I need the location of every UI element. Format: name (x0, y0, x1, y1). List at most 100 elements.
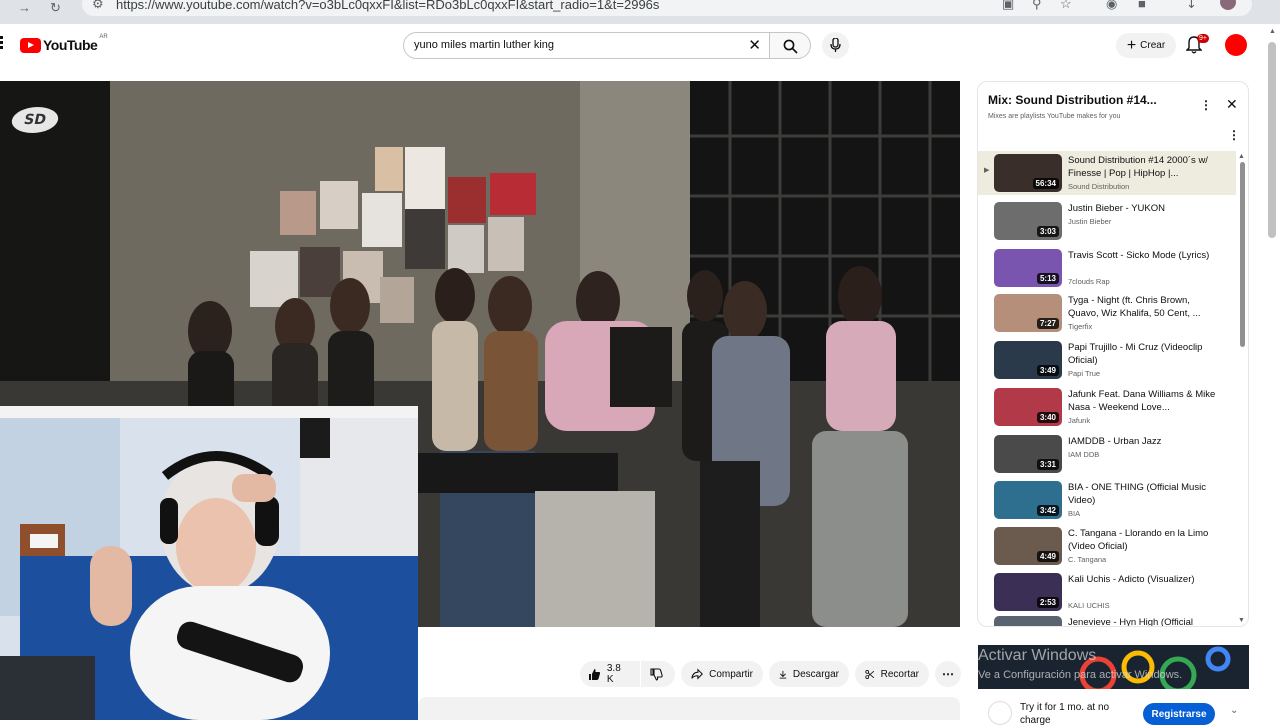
scroll-down-icon[interactable]: ▼ (1238, 617, 1245, 624)
playlist-thumbnail[interactable]: 2:53 (994, 573, 1062, 611)
download-icon (779, 670, 787, 679)
playlist-thumbnail[interactable]: 3:42 (994, 481, 1062, 519)
playlist-item-title[interactable]: Tyga - Night (ft. Chris Brown, Quavo, Wi… (1068, 294, 1218, 320)
duration-badge: 3:49 (1036, 365, 1059, 376)
music-stand (610, 327, 672, 407)
playlist-thumbnail[interactable]: 56:34 (994, 154, 1062, 192)
scroll-up-icon[interactable]: ▲ (1238, 153, 1245, 160)
search-icon (783, 39, 798, 54)
playlist-thumbnail[interactable]: 5:13 (994, 249, 1062, 287)
ad-text: Try it for 1 mo. at no charge (1020, 702, 1110, 726)
back-icon[interactable]: → (18, 0, 31, 15)
playlist-item[interactable]: 4:49 C. Tangana - Llorando en la Limo (Vi… (978, 524, 1236, 568)
playlist-item[interactable]: 7:27 Tyga - Night (ft. Chris Brown, Quavo… (978, 291, 1236, 335)
more-horizontal-icon: ⋯ (942, 667, 954, 681)
dislike-button[interactable] (641, 661, 675, 687)
playlist-item-title[interactable]: Sound Distribution #14 2000´s w/ Finesse… (1068, 154, 1218, 180)
youtube-logo[interactable]: YouTube AR (20, 34, 108, 53)
playlist-thumbnail[interactable]: 3:49 (994, 341, 1062, 379)
ad-banner[interactable] (978, 645, 1249, 689)
search-box[interactable]: yuno miles martin luther king ✕ (403, 32, 769, 59)
playlist-item[interactable]: ▶ 56:34 Sound Distribution #14 2000´s w/ F… (978, 151, 1236, 195)
clip-button[interactable]: Recortar (855, 661, 929, 687)
chevron-down-icon[interactable]: ⌄ (1230, 705, 1238, 716)
webcam-feed (0, 406, 418, 720)
like-button[interactable]: 3.8 K (580, 661, 640, 687)
playlist-item-channel: BIA (1068, 509, 1081, 518)
reload-icon[interactable]: ↻ (50, 0, 61, 16)
create-button[interactable]: + Crear (1116, 33, 1176, 58)
playlist-item[interactable]: 3:31 IAMDDB - Urban Jazz IAM DDB (978, 432, 1236, 476)
duration-badge: 3:03 (1036, 226, 1059, 237)
playlist-item[interactable]: 3:42 BIA - ONE THING (Official Music Vide… (978, 478, 1236, 522)
playlist-item-title[interactable]: IAMDDB - Urban Jazz (1068, 435, 1218, 448)
playlist-item-channel: Jafunk (1068, 416, 1091, 425)
description-box[interactable] (418, 697, 960, 720)
playlist-thumbnail[interactable]: 3:31 (994, 435, 1062, 473)
playlist-item[interactable]: Jenevieve - Hyn High (Official (978, 613, 1236, 626)
webcam-overlay (0, 406, 418, 720)
playlist-thumbnail[interactable]: 3:03 (994, 202, 1062, 240)
playlist-more-icon[interactable]: ⋮ (1200, 98, 1212, 112)
extension-icon[interactable]: ◉ (1106, 0, 1117, 12)
install-app-icon[interactable]: ▣ (1002, 0, 1014, 12)
playlist-thumbnail[interactable] (994, 616, 1062, 626)
playlist-item-channel: Papi True (1068, 369, 1101, 378)
site-settings-icon[interactable]: ⚙ (92, 0, 104, 12)
playlist-item-title[interactable]: C. Tangana - Llorando en la Limo (Video … (1068, 527, 1218, 553)
address-bar[interactable]: ⚙ https://www.youtube.com/watch?v=o3bLc0… (82, 0, 1252, 16)
playlist-thumbnail[interactable]: 7:27 (994, 294, 1062, 332)
playlist-item-title[interactable]: Travis Scott - Sicko Mode (Lyrics) (1068, 249, 1218, 262)
microphone-icon (830, 38, 841, 52)
playlist-item-title[interactable]: Kali Uchis - Adicto (Visualizer) (1068, 573, 1218, 586)
page-scroll-up-icon[interactable]: ▲ (1269, 28, 1276, 35)
ad-banner-art (978, 645, 1249, 689)
profile-avatar[interactable] (1220, 0, 1236, 10)
puzzle-icon[interactable]: ■ (1138, 0, 1146, 11)
playlist-item[interactable]: 3:49 Papi Trujillo - Mi Cruz (Videoclip O… (978, 338, 1236, 382)
playlist-thumbnail[interactable]: 3:40 (994, 388, 1062, 426)
playlist-item-title[interactable]: Jafunk Feat. Dana Williams & Mike Nasa -… (1068, 388, 1218, 414)
register-button[interactable]: Registrarse (1143, 703, 1215, 725)
close-icon[interactable]: ✕ (1226, 96, 1238, 113)
share-button[interactable]: Compartir (681, 661, 763, 687)
account-avatar[interactable] (1225, 34, 1247, 56)
playlist-item[interactable]: 5:13 Travis Scott - Sicko Mode (Lyrics) 7c… (978, 246, 1236, 290)
playlist-item-channel: 7clouds Rap (1068, 277, 1110, 286)
playlist-item-channel: IAM DDB (1068, 450, 1100, 459)
menu-icon[interactable] (0, 36, 4, 50)
playlist-header: Mix: Sound Distribution #14... Mixes are… (978, 82, 1248, 152)
playlist-scrollbar[interactable] (1240, 162, 1245, 347)
download-button[interactable]: Descargar (769, 661, 849, 687)
thumbs-up-icon (588, 668, 601, 680)
create-label: Crear (1140, 40, 1166, 51)
playlist-item-title[interactable]: BIA - ONE THING (Official Music Video) (1068, 481, 1218, 507)
search-button[interactable] (769, 32, 811, 59)
voice-search-button[interactable] (822, 32, 849, 59)
address-bar-url[interactable]: https://www.youtube.com/watch?v=o3bLc0qx… (116, 0, 659, 12)
playlist-item-title[interactable]: Jenevieve - Hyn High (Official (1068, 616, 1218, 626)
playlist-item[interactable]: 3:40 Jafunk Feat. Dana Williams & Mike Na… (978, 385, 1236, 429)
playlist-items: ▶ 56:34 Sound Distribution #14 2000´s w/ F… (978, 151, 1236, 626)
like-count: 3.8 K (606, 663, 621, 685)
playlist-item-title[interactable]: Justin Bieber - YUKON (1068, 202, 1218, 215)
playlist-title[interactable]: Mix: Sound Distribution #14... (988, 93, 1157, 107)
playlist-thumbnail[interactable]: 4:49 (994, 527, 1062, 565)
zoom-icon[interactable]: ⚲ (1032, 0, 1042, 12)
page-scrollbar[interactable] (1268, 42, 1276, 238)
playlist-item-title[interactable]: Papi Trujillo - Mi Cruz (Videoclip Ofici… (1068, 341, 1218, 367)
playlist-item[interactable]: 3:03 Justin Bieber - YUKON Justin Bieber (978, 199, 1236, 243)
more-actions-button[interactable]: ⋯ (935, 661, 961, 687)
ad-panel: Try it for 1 mo. at no charge Registrars… (978, 645, 1249, 726)
playlist-item-channel: Tigerfix (1068, 322, 1093, 331)
bookmark-star-icon[interactable]: ☆ (1060, 0, 1072, 12)
clip-label: Recortar (880, 668, 919, 680)
search-input[interactable]: yuno miles martin luther king (414, 39, 554, 51)
duration-badge: 3:40 (1036, 412, 1059, 423)
clear-search-icon[interactable]: ✕ (748, 36, 761, 54)
playlist-item[interactable]: 2:53 Kali Uchis - Adicto (Visualizer) KALI… (978, 570, 1236, 614)
download-icon[interactable]: ↧ (1186, 0, 1197, 12)
duration-badge: 4:49 (1036, 551, 1059, 562)
plus-icon: + (1126, 36, 1137, 54)
playlist-options-icon[interactable]: ⋮ (1228, 128, 1240, 142)
